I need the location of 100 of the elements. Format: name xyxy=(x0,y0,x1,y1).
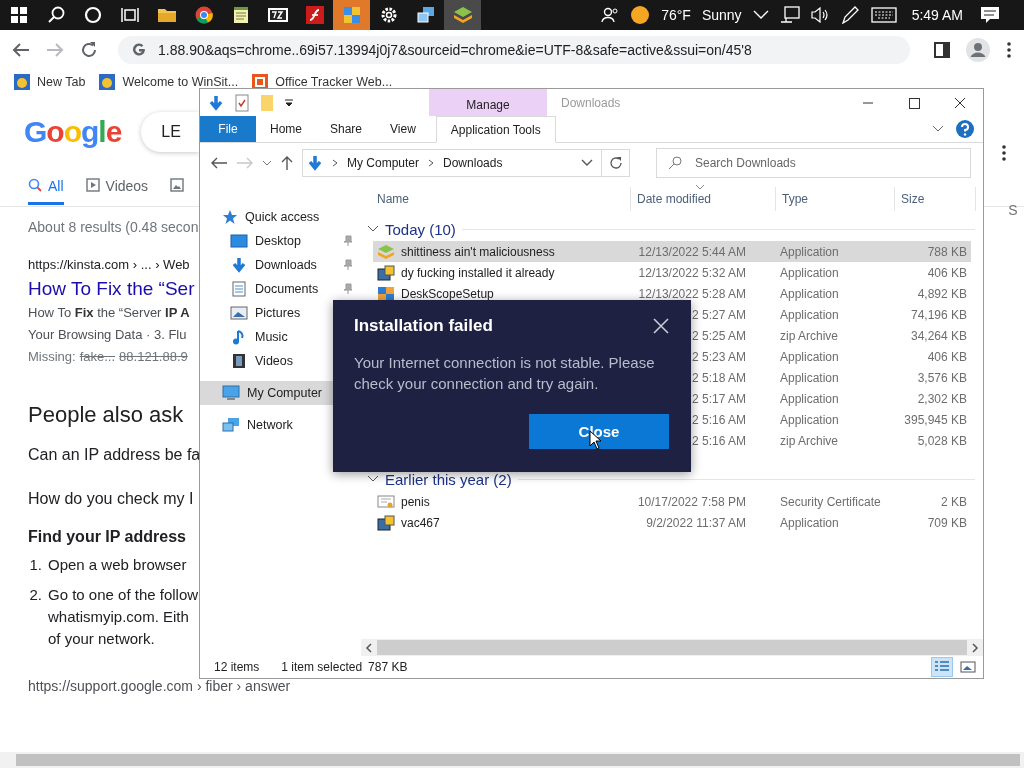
date-cell: 2 5:17 AM xyxy=(691,391,746,406)
side-panel-icon[interactable] xyxy=(934,42,950,58)
people-icon[interactable] xyxy=(601,6,620,24)
ribbon-tab[interactable]: View xyxy=(376,116,430,142)
step-text: of your network. xyxy=(48,629,156,649)
view-button[interactable] xyxy=(931,657,953,677)
type-cell-text: zip Archive xyxy=(779,328,840,343)
ribbon-tab[interactable]: Application Tools xyxy=(435,116,556,143)
result-title-link[interactable]: How To Fix the “Ser xyxy=(28,278,195,300)
menu-icon[interactable] xyxy=(1006,41,1012,59)
clock[interactable]: 5:49 AM xyxy=(911,7,963,23)
download-icon[interactable] xyxy=(208,94,224,111)
chevron-icon[interactable] xyxy=(931,124,945,134)
file-name: shittiness ain't maliciousness xyxy=(401,244,555,259)
file-row[interactable]: DeskScopeSetup 12/13/2022 5:28 AM Application 4,892 KB xyxy=(373,283,971,304)
keyboard-icon[interactable] xyxy=(870,7,897,23)
scrollbar[interactable] xyxy=(361,639,983,656)
close-button[interactable]: Close xyxy=(529,414,669,449)
properties-icon[interactable] xyxy=(234,93,250,112)
size-cell-text: 34,264 KB xyxy=(909,328,968,343)
search-icon xyxy=(46,6,65,24)
size-cell-text: 406 KB xyxy=(926,265,968,280)
dialog-title: Installation failed xyxy=(354,316,493,336)
pen-icon[interactable] xyxy=(839,6,860,24)
question-row[interactable]: Can an IP address be fa xyxy=(28,446,201,472)
flash-icon xyxy=(305,6,324,24)
reload-icon[interactable] xyxy=(80,41,98,59)
question-row[interactable]: How do you check my I xyxy=(28,490,194,516)
type-cell-text: Application xyxy=(779,286,840,301)
date-cell: 9/2/2022 11:37 AM xyxy=(646,515,746,530)
search-icon xyxy=(668,156,682,170)
struck-term: 88.121.88.9 xyxy=(119,348,188,366)
file-row[interactable]: vac467 9/2/2022 11:37 AM Application 709 KB xyxy=(373,512,971,533)
search-tab[interactable]: Videos xyxy=(85,178,149,205)
profile-icon[interactable] xyxy=(966,38,990,62)
task-view-icon xyxy=(120,7,139,23)
refresh-button[interactable] xyxy=(602,149,630,177)
nav-item[interactable]: Documents xyxy=(200,277,361,301)
search-tab[interactable]: All xyxy=(28,178,64,205)
tiles-app-icon xyxy=(342,6,361,24)
search-field[interactable]: Search Downloads xyxy=(656,148,971,178)
type-cell-text: Application xyxy=(779,515,840,530)
group-header[interactable]: Earlier this year (2) xyxy=(385,470,512,488)
settings-icon xyxy=(379,6,398,24)
close-icon[interactable] xyxy=(653,318,669,334)
google-logo[interactable]: Google xyxy=(24,115,122,149)
file-row[interactable]: dy fucking installed it already 12/13/2022 5:32 AM Application 406 KB xyxy=(373,262,971,283)
address-bar[interactable]: 1.88.90&aqs=chrome..69i57.13994j0j7&sourceid=chrome&ie=UTF-8&safe=active&ssui=on/45'8 xyxy=(118,36,910,64)
selection-size: 787 KB xyxy=(368,660,408,674)
type-cell-text: Application xyxy=(779,244,840,259)
back-icon[interactable] xyxy=(12,42,30,58)
menu-icon[interactable] xyxy=(1001,144,1007,162)
nav-item[interactable]: Downloads xyxy=(200,253,361,277)
step-text: whatismyip.com. Eith xyxy=(48,607,190,627)
nav-item[interactable]: Network xyxy=(200,413,361,437)
star-icon xyxy=(222,209,238,225)
ribbon-tab[interactable]: File xyxy=(200,116,256,142)
context-tab-header: Manage xyxy=(429,89,547,116)
ribbon-tab[interactable]: Home xyxy=(256,116,316,142)
date-cell: 2 5:16 AM xyxy=(691,433,746,448)
address-bar[interactable]: My Computer Downloads xyxy=(302,149,602,177)
search-tab[interactable]: S xyxy=(990,202,1018,218)
chevron-icon[interactable] xyxy=(367,225,379,233)
file-row[interactable]: shittiness ain't maliciousness 12/13/2022 5:44 AM Application 788 KB xyxy=(373,241,971,262)
bookmark[interactable]: New Tab xyxy=(14,74,86,90)
selection-info: 1 item selected xyxy=(281,660,363,674)
column-header[interactable]: Type xyxy=(776,187,895,211)
back-icon[interactable] xyxy=(210,156,228,170)
date-cell: 2 5:16 AM xyxy=(691,412,746,427)
sort-icon xyxy=(695,184,705,190)
site-icon xyxy=(14,74,30,90)
group-header[interactable]: Today (10) xyxy=(385,220,456,238)
nav-item[interactable]: Desktop xyxy=(200,229,361,253)
caret-icon[interactable] xyxy=(284,98,294,107)
date-cell: 10/17/2022 7:58 PM xyxy=(637,494,746,509)
search-field[interactable]: LE xyxy=(141,112,199,152)
sun-icon[interactable] xyxy=(630,5,651,25)
date-cell: 2 5:27 AM xyxy=(691,307,746,322)
nav-item[interactable]: Quick access xyxy=(200,205,361,229)
column-header[interactable]: Size xyxy=(895,187,976,211)
file-row[interactable]: penis 10/17/2022 7:58 PM Security Certificate 2 KB xyxy=(373,491,971,512)
type-cell-text: Application xyxy=(779,349,840,364)
certificate-icon xyxy=(377,493,395,510)
speaker-icon[interactable] xyxy=(810,7,829,23)
search-icon xyxy=(28,178,42,192)
scrollbar[interactable] xyxy=(0,752,1024,768)
ribbon-tab[interactable]: Share xyxy=(316,116,377,142)
size-cell-text: 2 KB xyxy=(940,494,968,509)
help-icon[interactable] xyxy=(955,119,975,139)
size-cell-text: 5,028 KB xyxy=(916,433,968,448)
date-cell: 2 5:23 AM xyxy=(691,349,746,364)
column-header[interactable]: Name xyxy=(361,187,631,211)
column-header[interactable]: Date modified xyxy=(631,187,776,211)
network-icon[interactable] xyxy=(779,6,800,24)
window-title: Downloads xyxy=(561,95,621,110)
size-cell-text: 3,576 KB xyxy=(916,370,968,385)
notification-icon[interactable] xyxy=(980,6,1000,24)
up-icon[interactable] xyxy=(280,155,294,171)
bookmark[interactable]: Welcome to WinSit... xyxy=(99,74,239,90)
chevron-icon[interactable] xyxy=(367,475,379,483)
